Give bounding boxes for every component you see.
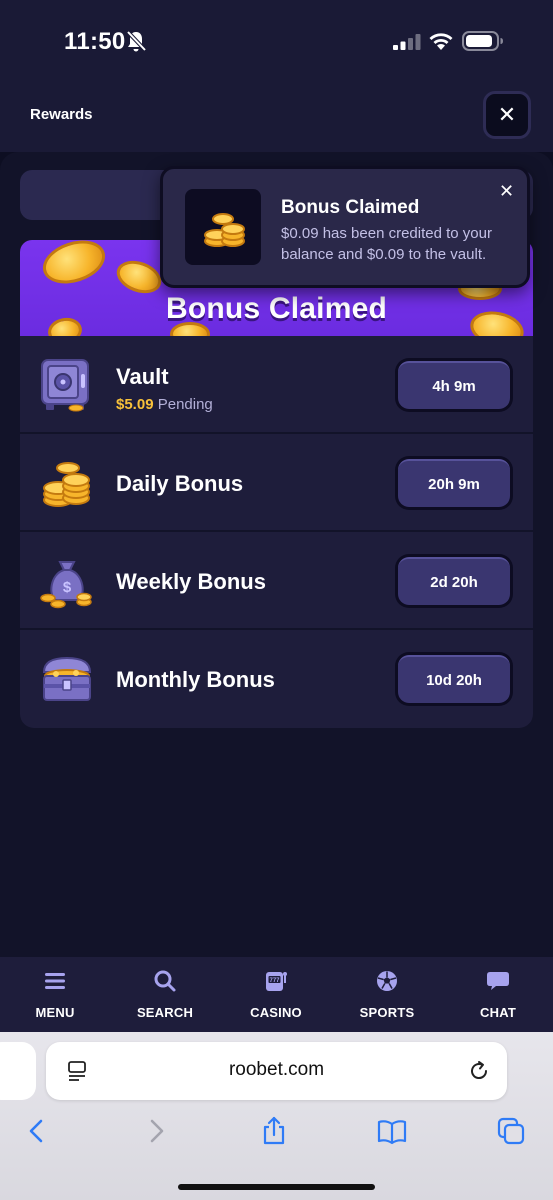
share-icon[interactable]: [259, 1116, 289, 1146]
coin-stack-icon: [204, 213, 245, 247]
bottom-nav: MENU SEARCH 777 CASINO SPORTS CHAT: [0, 957, 553, 1032]
wifi-icon: [429, 33, 453, 50]
reward-name: Weekly Bonus: [116, 569, 266, 594]
vault-safe-icon: [41, 359, 89, 412]
rewards-list: Vault $5.09 Pending 4h 9m Daily Bonus 20…: [20, 336, 533, 728]
address-bar[interactable]: roobet.com: [46, 1042, 507, 1100]
timer-label: 4h 9m: [398, 361, 510, 409]
nav-label: CHAT: [480, 1005, 516, 1020]
page-title: Rewards: [30, 106, 93, 123]
coin-decoration: [37, 240, 111, 291]
reward-row-daily-bonus[interactable]: Daily Bonus 20h 9m: [20, 434, 533, 532]
bell-slash-icon: [126, 30, 146, 52]
banner-title: Bonus Claimed: [166, 292, 387, 325]
nav-label: SEARCH: [136, 1005, 194, 1020]
vault-pending-text: $5.09 Pending: [116, 396, 213, 413]
toast-title: Bonus Claimed: [281, 197, 420, 218]
weekly-bonus-timer-button[interactable]: 2d 20h: [395, 554, 513, 608]
home-indicator: [178, 1184, 375, 1190]
bookmarks-icon[interactable]: [377, 1116, 407, 1146]
vault-status: Pending: [157, 396, 213, 413]
nav-label: SPORTS: [359, 1005, 415, 1020]
back-icon[interactable]: [22, 1116, 52, 1146]
search-icon: [154, 970, 176, 992]
rewards-header: Rewards: [0, 78, 553, 152]
timer-label: 10d 20h: [398, 655, 510, 703]
url-text: roobet.com: [228, 1059, 325, 1080]
tabs-icon[interactable]: [496, 1116, 526, 1146]
reward-name: Monthly Bonus: [116, 667, 275, 692]
bonus-claimed-toast: Bonus Claimed $0.09 has been credited to…: [160, 166, 530, 288]
svg-text:$: $: [63, 579, 72, 596]
hamburger-menu-icon: [45, 973, 65, 989]
reload-icon[interactable]: [468, 1060, 490, 1082]
soccer-ball-icon: [377, 971, 397, 991]
toast-icon-box: [185, 189, 261, 265]
toast-message: $0.09 has been credited to your balance …: [281, 225, 492, 263]
monthly-bonus-timer-button[interactable]: 10d 20h: [395, 652, 513, 706]
treasure-chest-icon: [42, 656, 92, 701]
toast-close-icon[interactable]: ✕: [499, 181, 514, 202]
nav-item-sports[interactable]: SPORTS: [332, 957, 442, 1032]
nav-item-casino[interactable]: 777 CASINO: [221, 957, 331, 1032]
reward-name: Vault: [116, 364, 169, 389]
timer-label: 20h 9m: [398, 459, 510, 507]
reward-row-weekly-bonus[interactable]: $ Weekly Bonus 2d 20h: [20, 532, 533, 630]
slot-machine-icon: 777: [266, 972, 287, 991]
timer-label: 2d 20h: [398, 557, 510, 605]
nav-item-search[interactable]: SEARCH: [110, 957, 220, 1032]
reward-name: Daily Bonus: [116, 471, 244, 496]
nav-label: MENU: [35, 1005, 75, 1020]
cellular-signal-icon: [393, 34, 421, 50]
reward-row-vault[interactable]: Vault $5.09 Pending 4h 9m: [20, 336, 533, 434]
money-bag-icon: $: [40, 561, 92, 609]
vault-timer-button[interactable]: 4h 9m: [395, 358, 513, 412]
reward-row-monthly-bonus[interactable]: Monthly Bonus 10d 20h: [20, 630, 533, 728]
close-icon: ✕: [497, 102, 517, 127]
svg-text:777: 777: [269, 978, 280, 984]
coin-stack-icon: [43, 462, 90, 507]
nav-label: CASINO: [250, 1005, 302, 1020]
status-bar: 11:50: [0, 0, 553, 78]
chat-bubble-icon: [487, 972, 509, 990]
vault-amount: $5.09: [116, 396, 154, 413]
nav-item-menu[interactable]: MENU: [0, 957, 110, 1032]
browser-toolbar: roobet.com: [0, 1032, 553, 1200]
close-rewards-button[interactable]: ✕: [483, 91, 531, 139]
battery-icon: [462, 31, 503, 51]
daily-bonus-timer-button[interactable]: 20h 9m: [395, 456, 513, 510]
status-time: 11:50: [64, 28, 126, 55]
forward-icon[interactable]: [141, 1116, 171, 1146]
previous-tab-preview[interactable]: [0, 1042, 36, 1100]
nav-item-chat[interactable]: CHAT: [443, 957, 553, 1032]
